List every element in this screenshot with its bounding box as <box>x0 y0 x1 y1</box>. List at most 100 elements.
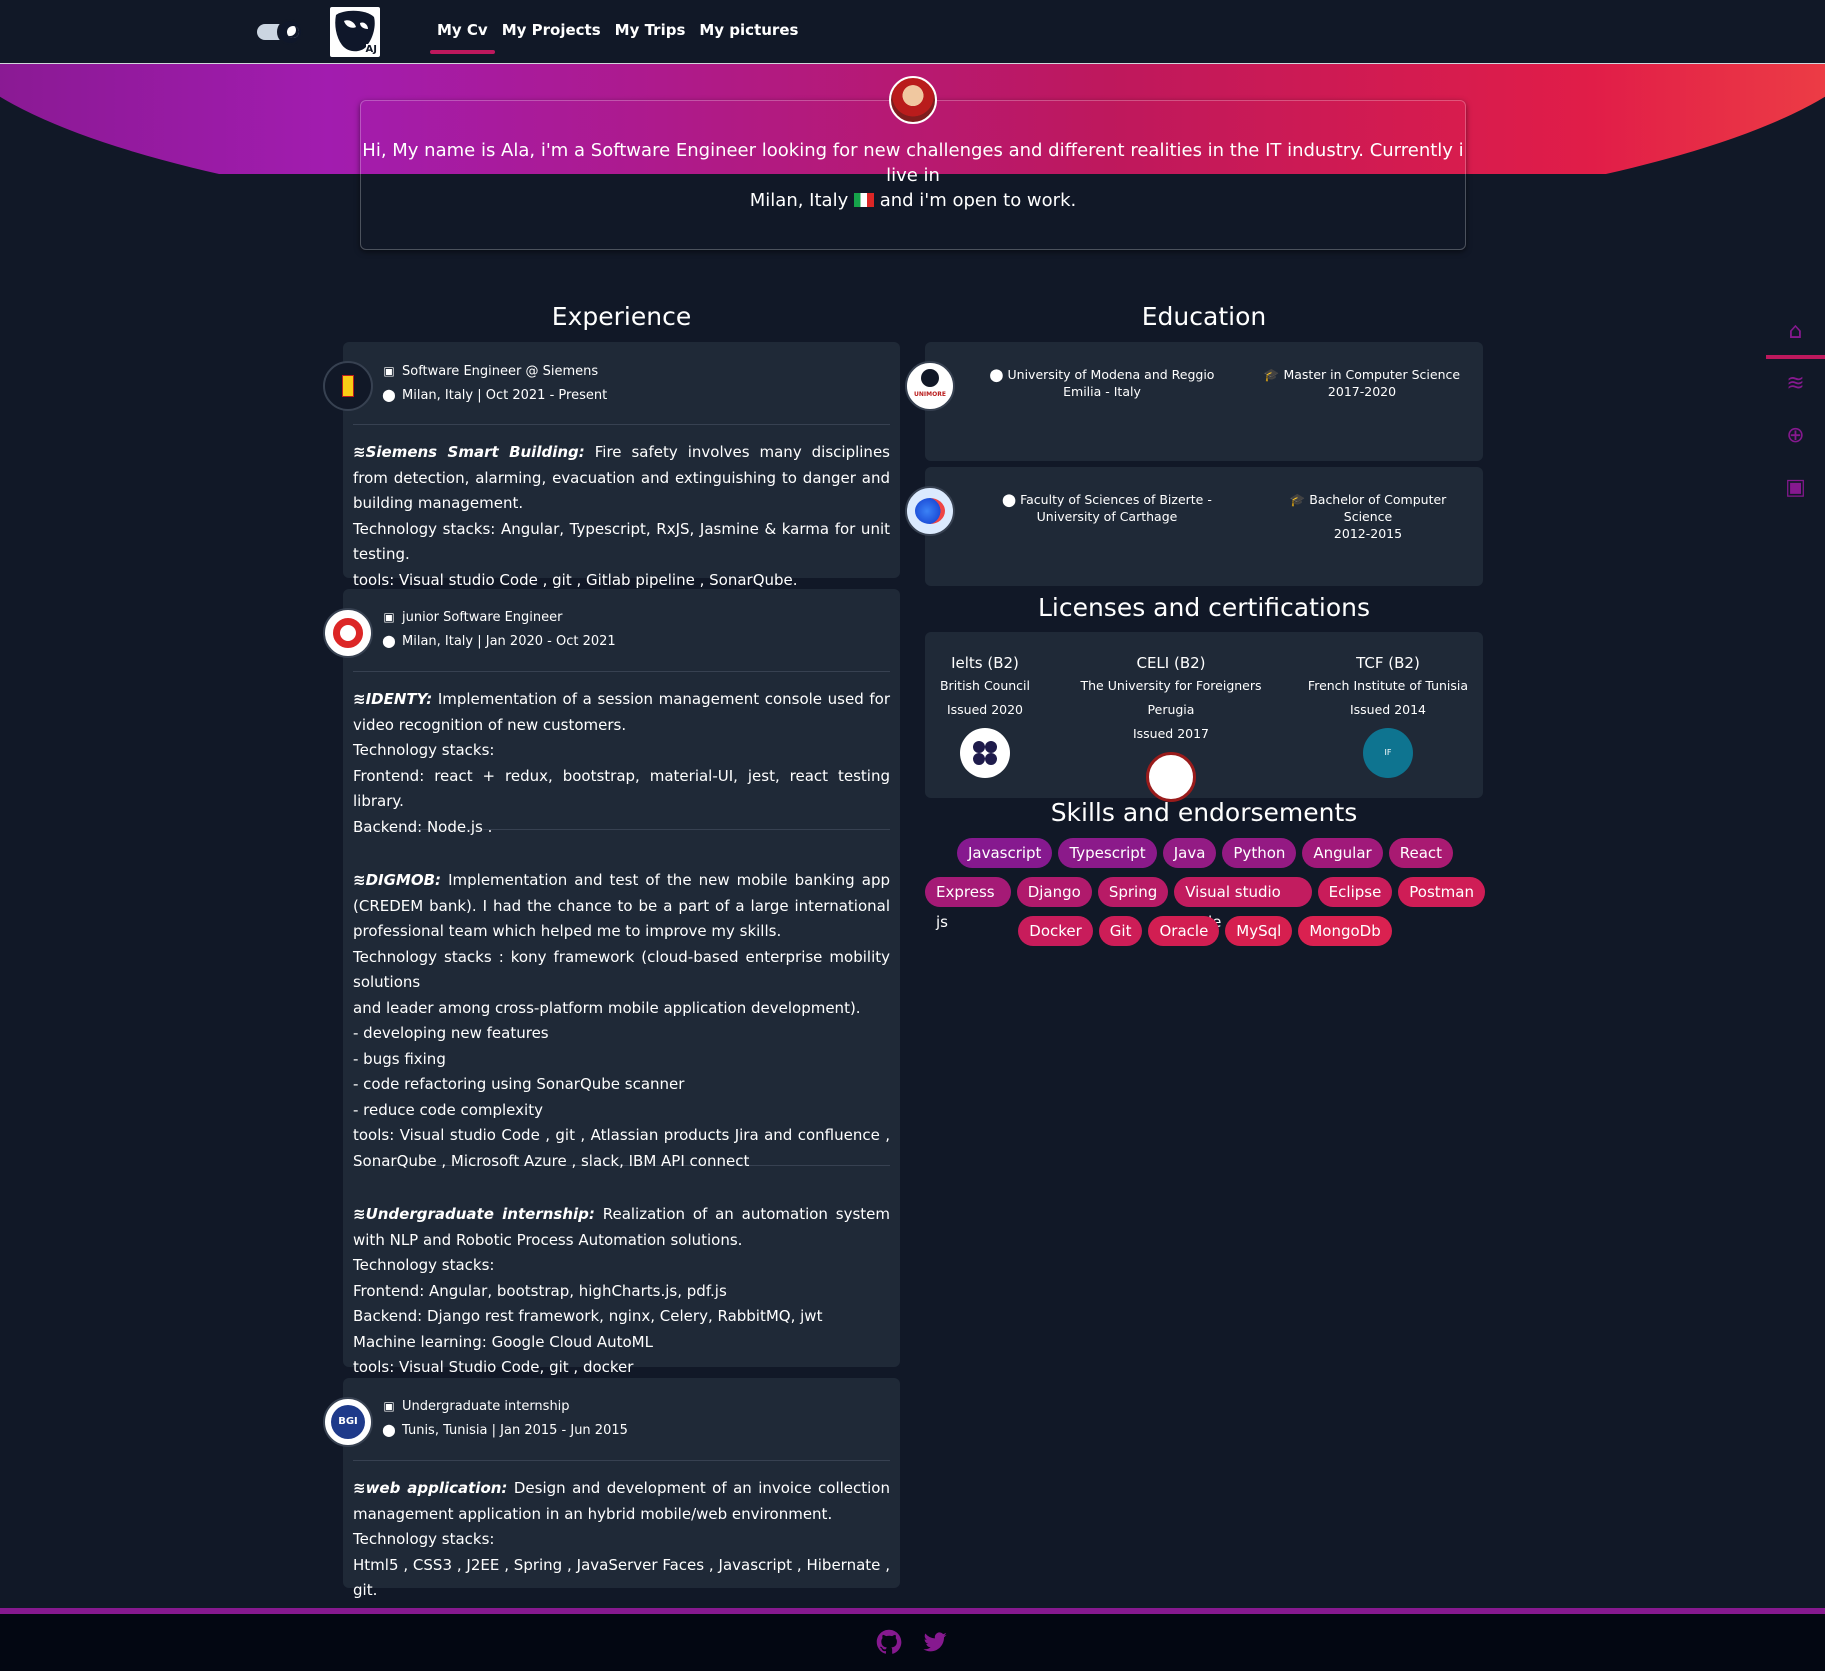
skill-tag: Express js <box>925 877 1011 931</box>
intro-line-1: Hi, My name is Ala, i'm a Software Engin… <box>362 140 1464 186</box>
skill-tag: Git <box>1098 916 1143 946</box>
skill-tag: Oracle <box>1148 916 1220 946</box>
skills-row: Express jsDjangoSpringVisual studio code… <box>925 877 1485 931</box>
cert-issuer: French Institute of Tunisia <box>1307 678 1469 693</box>
certifications-title: Licenses and certifications <box>1037 593 1371 622</box>
cert-issued: Issued 2017 <box>1132 726 1210 741</box>
twitter-icon[interactable] <box>920 1628 950 1658</box>
siemens-flame-icon <box>342 375 354 397</box>
graduation-cap-icon: 🎓 <box>1289 492 1310 507</box>
layers-icon: ≋ <box>353 871 366 889</box>
job-location: Milan, Italy | Jan 2020 - Oct 2021 <box>402 633 616 649</box>
bgi-logo: BGI <box>323 1397 373 1447</box>
project-line: Technology stacks: <box>353 1256 495 1274</box>
project-line: Frontend: Angular, bootstrap, highCharts… <box>353 1281 727 1300</box>
layers-icon: ≋ <box>353 443 366 461</box>
cert-ielts: Ielts (B2) British Council Issued 2020 <box>885 652 1085 778</box>
sidenav-pictures[interactable]: ▣ <box>1766 461 1825 513</box>
project-line: - developing new features <box>353 1024 549 1042</box>
project-paragraph: ≋web application: Design and development… <box>353 1476 890 1527</box>
education-years: 2012-2015 <box>1333 526 1403 541</box>
nav-my-cv[interactable]: My Cv <box>430 0 495 64</box>
layers-icon: ≋ <box>353 690 366 708</box>
project-paragraph: ≋DIGMOB: Implementation and test of the … <box>353 868 890 945</box>
sidenav-projects[interactable]: ≋ <box>1766 357 1825 409</box>
education-school-master: ⬤ University of Modena and Reggio Emilia… <box>989 367 1215 399</box>
job-meta-internship: ▣ Undergraduate internship ⬤ Tunis, Tunisi… <box>382 1394 628 1442</box>
education-card-master <box>925 342 1483 461</box>
cert-name: Ielts (B2) <box>951 654 1019 672</box>
layers-icon: ≋ <box>1786 370 1805 396</box>
github-icon[interactable] <box>874 1628 904 1658</box>
logo-initials: AJ <box>365 44 377 55</box>
project-line: Backend: Node.js . <box>353 817 493 836</box>
project-line: - bugs fixing <box>353 1049 446 1068</box>
bizerte-emblem-icon <box>915 498 945 524</box>
nav-my-pictures[interactable]: My pictures <box>692 0 805 64</box>
job-role: Undergraduate internship <box>402 1398 570 1414</box>
project-line: tools: Visual Studio Code, git , docker <box>353 1358 634 1376</box>
skill-tag: Java <box>1162 838 1217 868</box>
toggle-knob <box>277 19 303 45</box>
project-line: Html5 , CSS3 , J2EE , Spring , JavaServe… <box>353 1555 890 1600</box>
card-divider <box>353 671 890 672</box>
skills-title: Skills and endorsements <box>1050 798 1358 827</box>
british-council-dots-icon <box>973 741 997 765</box>
side-nav: ⌂ ≋ ⊕ ▣ <box>1766 305 1825 513</box>
skill-tag: Postman <box>1398 877 1485 907</box>
job-meta-siemens: ▣ Software Engineer @ Siemens ⬤ Milan, Ita… <box>382 359 607 407</box>
bgi-badge-icon: BGI <box>331 1405 365 1439</box>
project-title: ≋IDENTY: <box>353 690 433 708</box>
nav-my-trips[interactable]: My Trips <box>608 0 693 64</box>
skills-row: Docker Git Oracle MySql MongoDb <box>925 916 1485 946</box>
education-degree-bachelor: 🎓 Bachelor of Computer Science 2012-2015 <box>1268 491 1468 542</box>
project-paragraph: ≋Undergraduate internship: Realization o… <box>353 1202 890 1253</box>
skill-tag: Spring <box>1097 877 1169 907</box>
top-navbar: AJ My Cv My Projects My Trips My picture… <box>0 0 1825 64</box>
skill-tag: Eclipse <box>1317 877 1393 907</box>
project-line: tools: Visual studio Code , git , Atlass… <box>353 1126 890 1170</box>
education-school-bachelor: ⬤ Faculty of Sciences of Bizerte - Unive… <box>1002 492 1212 524</box>
project-intro: Implementation of a session management c… <box>353 690 890 734</box>
intro-line-2: Milan, Italy and i'm open to work. <box>360 188 1466 213</box>
project-line: Machine learning: Google Cloud AutoML <box>353 1332 653 1351</box>
project-paragraph: ≋IDENTY: Implementation of a session man… <box>353 687 890 738</box>
dark-mode-toggle[interactable] <box>257 18 309 46</box>
sidenav-home[interactable]: ⌂ <box>1766 305 1825 359</box>
map-pin-icon: ⬤ <box>1002 492 1021 507</box>
job-description-internship: ≋web application: Design and development… <box>353 1476 890 1604</box>
map-pin-icon: ⬤ <box>382 388 396 402</box>
company-logo-junior <box>323 608 373 658</box>
intro-location: Milan, Italy <box>749 190 849 211</box>
siemens-logo <box>323 361 373 411</box>
education-years: 2017-2020 <box>1327 384 1397 399</box>
unimore-seal-icon <box>921 369 939 387</box>
layers-icon: ≋ <box>353 1479 366 1497</box>
map-pin-icon: ⬤ <box>382 1423 396 1437</box>
bizerte-logo <box>905 486 955 536</box>
project-line: Technology stacks: Angular, Typescript, … <box>353 519 890 564</box>
sidenav-trips[interactable]: ⊕ <box>1766 409 1825 461</box>
home-icon: ⌂ <box>1788 318 1803 344</box>
layers-icon: ≋ <box>353 1205 366 1223</box>
graduation-cap-icon: 🎓 <box>1263 367 1284 382</box>
skill-tag: Python <box>1222 838 1297 868</box>
skill-tag: Docker <box>1018 916 1093 946</box>
unimore-logo: UNIMORE <box>905 361 955 411</box>
cert-issued: Issued 2014 <box>1349 702 1427 717</box>
experience-title: Experience <box>551 302 692 331</box>
project-line: - code refactoring using SonarQube scann… <box>353 1075 685 1093</box>
main-nav: My Cv My Projects My Trips My pictures <box>430 0 805 64</box>
project-line: and leader among cross-platform mobile a… <box>353 998 861 1017</box>
job-description-siemens: ≋Siemens Smart Building: Fire safety inv… <box>353 440 890 593</box>
project-title: ≋web application: <box>353 1479 508 1497</box>
image-icon: ▣ <box>1785 474 1806 500</box>
globe-icon: ⊕ <box>1786 422 1805 448</box>
british-council-logo <box>960 728 1010 778</box>
nav-my-projects[interactable]: My Projects <box>495 0 608 64</box>
site-logo[interactable]: AJ <box>330 7 380 57</box>
job-role: Software Engineer @ Siemens <box>402 363 599 379</box>
job-role: junior Software Engineer <box>402 609 563 625</box>
id-card-icon: ▣ <box>383 610 395 624</box>
cert-issued: Issued 2020 <box>946 702 1024 717</box>
